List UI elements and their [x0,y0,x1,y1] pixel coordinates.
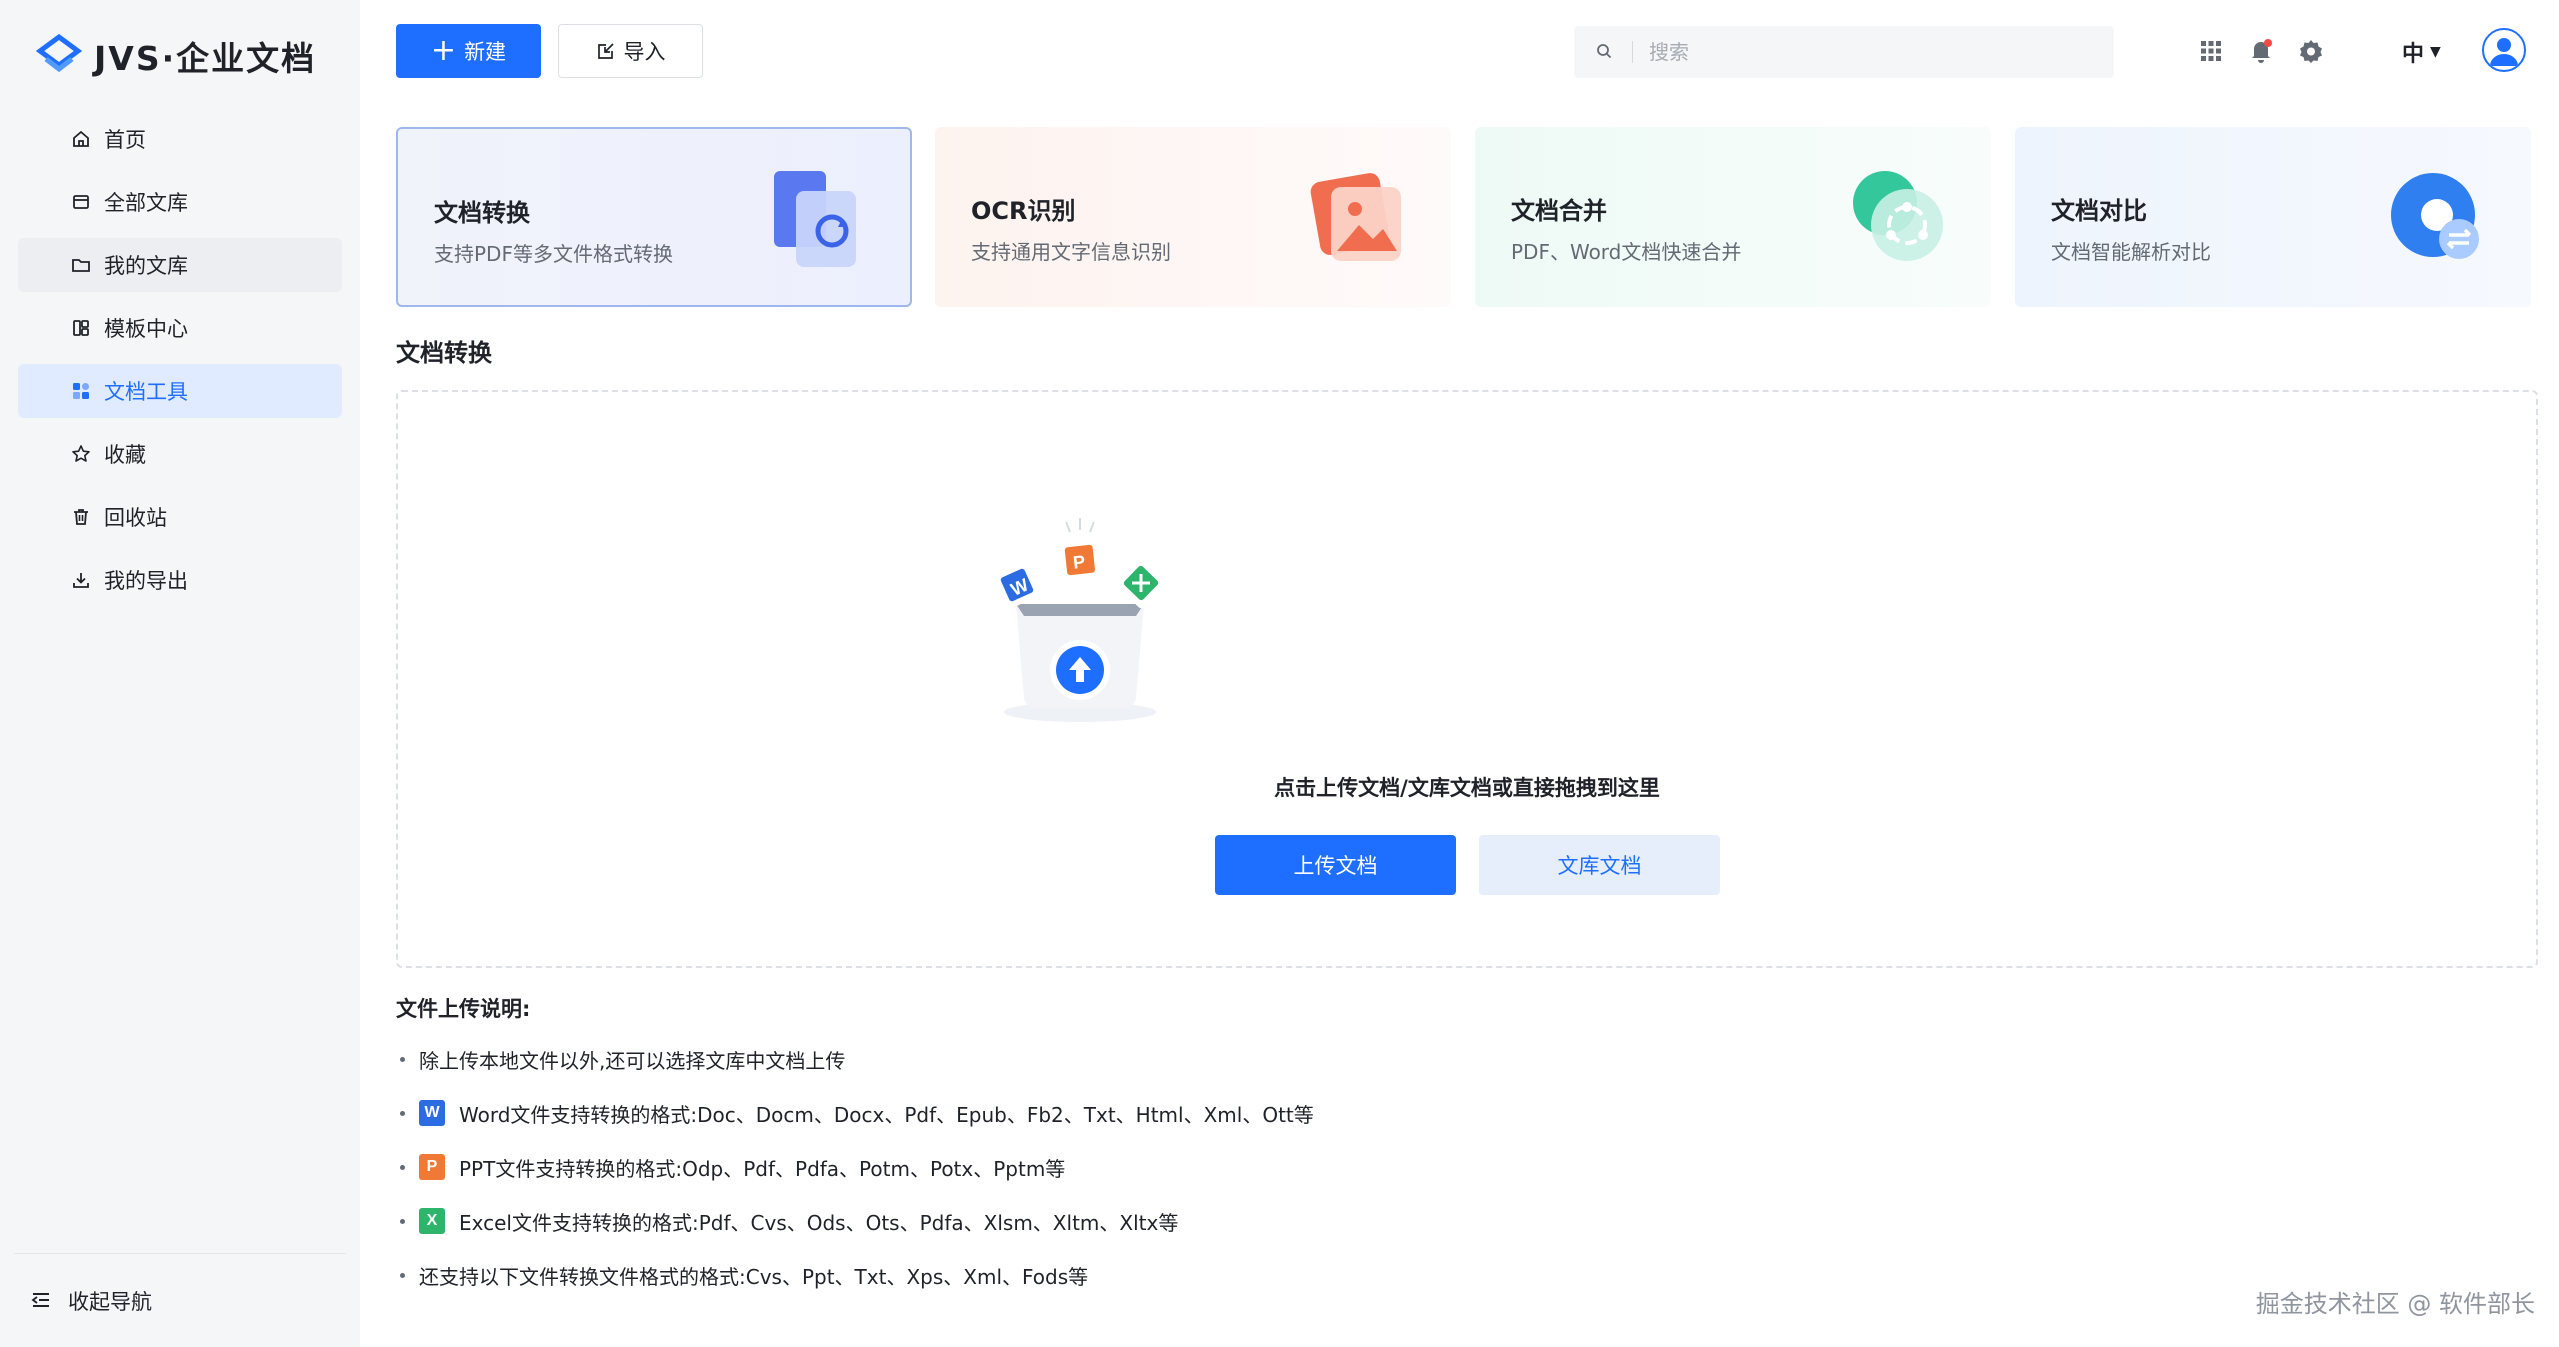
watermark: 掘金技术社区 @ 软件部长 [2255,1290,2535,1318]
sidebar-item-my-exports[interactable]: 我的导出 [18,553,342,607]
notification-bell-icon[interactable] [2246,36,2276,66]
sidebar-item-favorites[interactable]: 收藏 [18,427,342,481]
sidebar-item-label: 全部文库 [104,191,188,215]
upload-document-button[interactable]: 上传文档 [1215,835,1456,895]
sidebar-item-trash[interactable]: 回收站 [18,490,342,544]
logo-icon [36,33,82,73]
upload-note-item: P PPT文件支持转换的格式:Odp、Pdf、Pdfa、Potm、Potx、Pp… [400,1151,1065,1183]
upload-note-item: 除上传本地文件以外,还可以选择文库中文档上传 [400,1043,845,1075]
word-file-icon: W [419,1100,445,1126]
tool-card-ocr[interactable]: OCR识别 支持通用文字信息识别 [935,127,1451,307]
sidebar: JVS·企业文档 首页 全部文库 我的文库 模板中心 文档工具 收藏 回收站 我… [0,0,360,1347]
note-text: Excel文件支持转换的格式:Pdf、Cvs、Ods、Ots、Pdfa、Xlsm… [459,1210,1179,1235]
language-label: 中 [2402,42,2425,67]
plus-icon: + [430,33,457,68]
search-input[interactable] [1649,40,2069,64]
bullet-dot [400,1110,405,1116]
sidebar-item-doc-tools[interactable]: 文档工具 [18,364,342,418]
sidebar-item-templates[interactable]: 模板中心 [18,301,342,355]
bullet-dot [400,1056,405,1062]
section-title: 文档转换 [396,339,492,367]
sidebar-item-all-library[interactable]: 全部文库 [18,175,342,229]
sidebar-item-label: 收藏 [104,443,146,467]
import-button-label: 导入 [623,40,666,64]
upload-note-item: 还支持以下文件转换文件格式的格式:Cvs、Ppt、Txt、Xps、Xml、Fod… [400,1259,1088,1291]
ppt-file-icon: P [419,1154,445,1180]
collapse-nav-button[interactable]: 收起导航 [14,1253,346,1347]
new-button-label: 新建 [464,40,507,64]
collapse-menu-icon [30,1289,54,1313]
download-icon [70,569,92,591]
user-avatar[interactable] [2482,28,2526,72]
ocr-image-icon [1310,173,1401,261]
new-button[interactable]: + 新建 [396,24,541,78]
language-switch[interactable]: 中 ▼ [2402,36,2441,68]
tools-icon [70,380,92,402]
logo[interactable]: JVS·企业文档 [36,30,316,82]
search-divider [1632,41,1633,63]
sidebar-item-home[interactable]: 首页 [18,112,342,166]
note-text: 除上传本地文件以外,还可以选择文库中文档上传 [419,1048,846,1073]
sidebar-item-label: 回收站 [104,506,167,530]
bullet-dot [400,1164,405,1170]
template-icon [70,317,92,339]
sidebar-item-label: 我的导出 [104,569,188,593]
note-text: 还支持以下文件转换文件格式的格式:Cvs、Ppt、Txt、Xps、Xml、Fod… [419,1264,1089,1289]
search-icon [1596,43,1614,61]
note-text: Word文件支持转换的格式:Doc、Docm、Docx、Pdf、Epub、Fb2… [459,1102,1314,1127]
tool-card-doc-compare[interactable]: 文档对比 文档智能解析对比 [2015,127,2531,307]
star-icon [70,443,92,465]
sidebar-item-label: 首页 [104,128,146,152]
excel-file-icon: X [419,1208,445,1234]
doc-compare-icon [2391,173,2479,259]
library-icon [70,191,92,213]
home-icon [70,128,92,150]
import-icon [596,41,616,61]
user-icon [2490,38,2518,66]
doc-merge-icon [1853,171,1943,261]
import-button[interactable]: 导入 [558,24,703,78]
note-text: PPT文件支持转换的格式:Odp、Pdf、Pdfa、Potm、Potx、Pptm… [459,1156,1066,1181]
upload-box-illustration-icon: W P [993,518,1167,722]
dropzone-hint: 点击上传文档/文库文档或直接拖拽到这里 [1274,776,1660,800]
upload-note-item: X Excel文件支持转换的格式:Pdf、Cvs、Ods、Ots、Pdfa、Xl… [400,1205,1178,1237]
doc-convert-icon [774,171,856,267]
sidebar-item-label: 文档工具 [104,380,188,404]
sidebar-item-my-library[interactable]: 我的文库 [18,238,342,292]
tool-card-doc-merge[interactable]: 文档合并 PDF、Word文档快速合并 [1475,127,1991,307]
bullet-dot [400,1272,405,1278]
upload-note-item: W Word文件支持转换的格式:Doc、Docm、Docx、Pdf、Epub、F… [400,1097,1314,1129]
apps-grid-icon[interactable] [2196,36,2226,66]
folder-icon [70,254,92,276]
sidebar-item-label: 我的文库 [104,254,188,278]
collapse-nav-label: 收起导航 [68,1289,152,1314]
search-box[interactable] [1574,26,2114,78]
bullet-dot [400,1218,405,1224]
library-document-button[interactable]: 文库文档 [1479,835,1720,895]
sidebar-nav: 首页 全部文库 我的文库 模板中心 文档工具 收藏 回收站 我的导出 [18,112,342,616]
svg-text:P: P [1072,552,1086,573]
sidebar-item-label: 模板中心 [104,317,188,341]
settings-gear-icon[interactable] [2296,36,2326,66]
upload-dropzone[interactable] [396,390,2538,968]
logo-text: JVS·企业文档 [94,39,317,78]
trash-icon [70,506,92,528]
upload-notes-title: 文件上传说明: [396,997,531,1021]
caret-down-icon: ▼ [2430,44,2441,60]
tool-card-doc-convert[interactable]: 文档转换 支持PDF等多文件格式转换 [396,127,912,307]
